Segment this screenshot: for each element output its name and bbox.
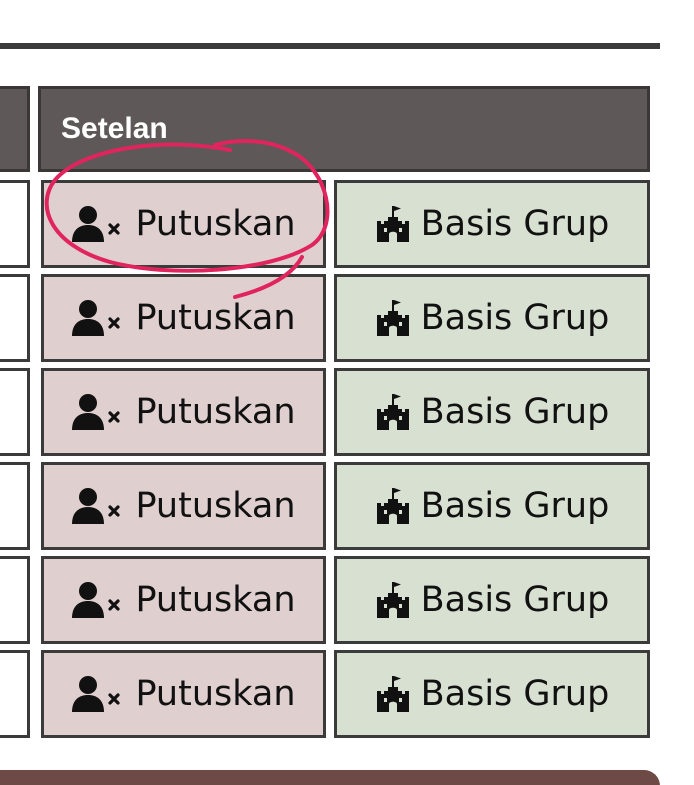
previous-column-cell — [0, 368, 30, 456]
settings-header-label: Setelan — [61, 112, 168, 145]
disconnect-label: Putuskan — [135, 392, 296, 432]
base-group-button[interactable]: Basis Grup — [334, 274, 650, 362]
previous-column-cell — [0, 556, 30, 644]
base-group-label: Basis Grup — [420, 486, 610, 526]
previous-column-cell — [0, 180, 30, 268]
user-remove-icon — [71, 299, 125, 337]
user-remove-icon — [71, 487, 125, 525]
disconnect-button[interactable]: Putuskan — [41, 274, 326, 362]
previous-column-cell — [0, 274, 30, 362]
base-group-button[interactable]: Basis Grup — [334, 368, 650, 456]
base-group-label: Basis Grup — [420, 674, 610, 714]
table-row: Putuskan Basis Grup — [0, 180, 656, 268]
castle-icon — [375, 205, 411, 243]
castle-icon — [375, 299, 411, 337]
disconnect-label: Putuskan — [135, 674, 296, 714]
previous-column-cell — [0, 462, 30, 550]
castle-icon — [375, 487, 411, 525]
disconnect-label: Putuskan — [135, 298, 296, 338]
castle-icon — [375, 393, 411, 431]
header-cell-settings: Setelan — [38, 86, 650, 172]
disconnect-label: Putuskan — [135, 204, 296, 244]
top-divider — [0, 43, 660, 49]
table-row: Putuskan Basis Grup — [0, 274, 656, 362]
table-row: Putuskan Basis Grup — [0, 650, 656, 738]
bottom-panel-edge — [0, 770, 660, 785]
disconnect-button[interactable]: Putuskan — [41, 180, 326, 268]
base-group-label: Basis Grup — [420, 392, 610, 432]
header-cell-previous-column — [0, 86, 30, 172]
base-group-label: Basis Grup — [420, 580, 610, 620]
user-remove-icon — [71, 581, 125, 619]
previous-column-cell — [0, 650, 30, 738]
castle-icon — [375, 675, 411, 713]
base-group-label: Basis Grup — [420, 298, 610, 338]
disconnect-label: Putuskan — [135, 580, 296, 620]
castle-icon — [375, 581, 411, 619]
base-group-button[interactable]: Basis Grup — [334, 462, 650, 550]
page: Setelan Putuskan Basis Grup Putuskan Bas… — [0, 0, 694, 785]
disconnect-button[interactable]: Putuskan — [41, 650, 326, 738]
disconnect-button[interactable]: Putuskan — [41, 462, 326, 550]
user-remove-icon — [71, 205, 125, 243]
base-group-button[interactable]: Basis Grup — [334, 180, 650, 268]
disconnect-label: Putuskan — [135, 486, 296, 526]
table-row: Putuskan Basis Grup — [0, 368, 656, 456]
base-group-button[interactable]: Basis Grup — [334, 650, 650, 738]
disconnect-button[interactable]: Putuskan — [41, 556, 326, 644]
base-group-label: Basis Grup — [420, 204, 610, 244]
user-remove-icon — [71, 393, 125, 431]
user-remove-icon — [71, 675, 125, 713]
base-group-button[interactable]: Basis Grup — [334, 556, 650, 644]
table-row: Putuskan Basis Grup — [0, 556, 656, 644]
table-row: Putuskan Basis Grup — [0, 462, 656, 550]
disconnect-button[interactable]: Putuskan — [41, 368, 326, 456]
